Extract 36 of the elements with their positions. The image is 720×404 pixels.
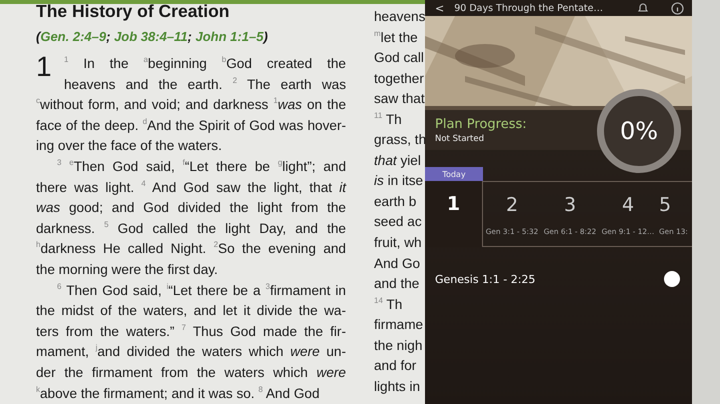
today-tag: Today bbox=[425, 167, 483, 181]
punctuation: ; bbox=[188, 29, 192, 44]
text-fragment: heavens bbox=[374, 8, 425, 26]
text-fragment: is in itse bbox=[374, 172, 424, 190]
text-fragment: seed ac bbox=[374, 213, 422, 232]
day-tab[interactable]: 1 bbox=[425, 181, 483, 247]
progress-label: Plan Progress: bbox=[435, 116, 527, 132]
text-fragment: together bbox=[374, 70, 424, 88]
text-fragment: lights in bbox=[374, 378, 420, 396]
text-fragment: fruit, wh bbox=[374, 234, 422, 252]
verse-paragraph: $^{6}$ Then God said, $^{i}$“Let there be a $^{3}$firmament in the midst of the waters, and let it divide the wa- ters from the waters.” $^{7}$ Thus God made the fir- mament, $^{j}$and divided the waters which were un- der the firmament from the waters which were $^{k}$above the firmament; and it was so. $^{8}$ And God bbox=[36, 280, 346, 402]
text-fragment: and for bbox=[374, 357, 416, 376]
text-fragment: God call bbox=[374, 49, 424, 68]
text-fragment: grass, th bbox=[374, 131, 425, 150]
progress-status: Not Started bbox=[435, 134, 484, 144]
text-fragment: earth b bbox=[374, 192, 416, 211]
text-fragment: saw that bbox=[374, 90, 425, 108]
reading-link[interactable]: Genesis 1:1 - 2:25 bbox=[435, 272, 536, 286]
info-icon[interactable] bbox=[671, 2, 684, 14]
text-fragment: and the bbox=[374, 275, 420, 294]
text-fragment: that yiel bbox=[374, 152, 421, 170]
text-fragment: firmame bbox=[374, 316, 424, 334]
completion-toggle[interactable] bbox=[664, 271, 680, 287]
text-fragment: $^{11}$ Th bbox=[374, 110, 402, 129]
back-button[interactable]: < bbox=[435, 2, 444, 14]
text-fragment: $^{14}$ Th bbox=[374, 294, 402, 314]
punctuation: ; bbox=[106, 29, 110, 44]
bell-icon[interactable] bbox=[637, 2, 649, 14]
punctuation: ) bbox=[263, 29, 268, 44]
text-fragment: the nigh bbox=[374, 336, 422, 355]
plan-title: 90 Days Through the Pentate… bbox=[454, 2, 604, 14]
text-fragment: $^{m}$let the bbox=[374, 28, 418, 47]
punctuation: ( bbox=[36, 29, 40, 44]
section-title: The History of Creation bbox=[36, 1, 230, 23]
verse-paragraph: 1 $^{1}$ In the $^{a}$beginning $^{b}$God created the heavens and the earth. $^{2}$ The earth was $^{c}$without form, and void; and darkness $^{1}$was on the face of the deep. $^{d}$And the Spirit of God was hover- ing over the face of the waters. bbox=[36, 54, 346, 156]
text-fragment: And Go bbox=[374, 254, 420, 273]
